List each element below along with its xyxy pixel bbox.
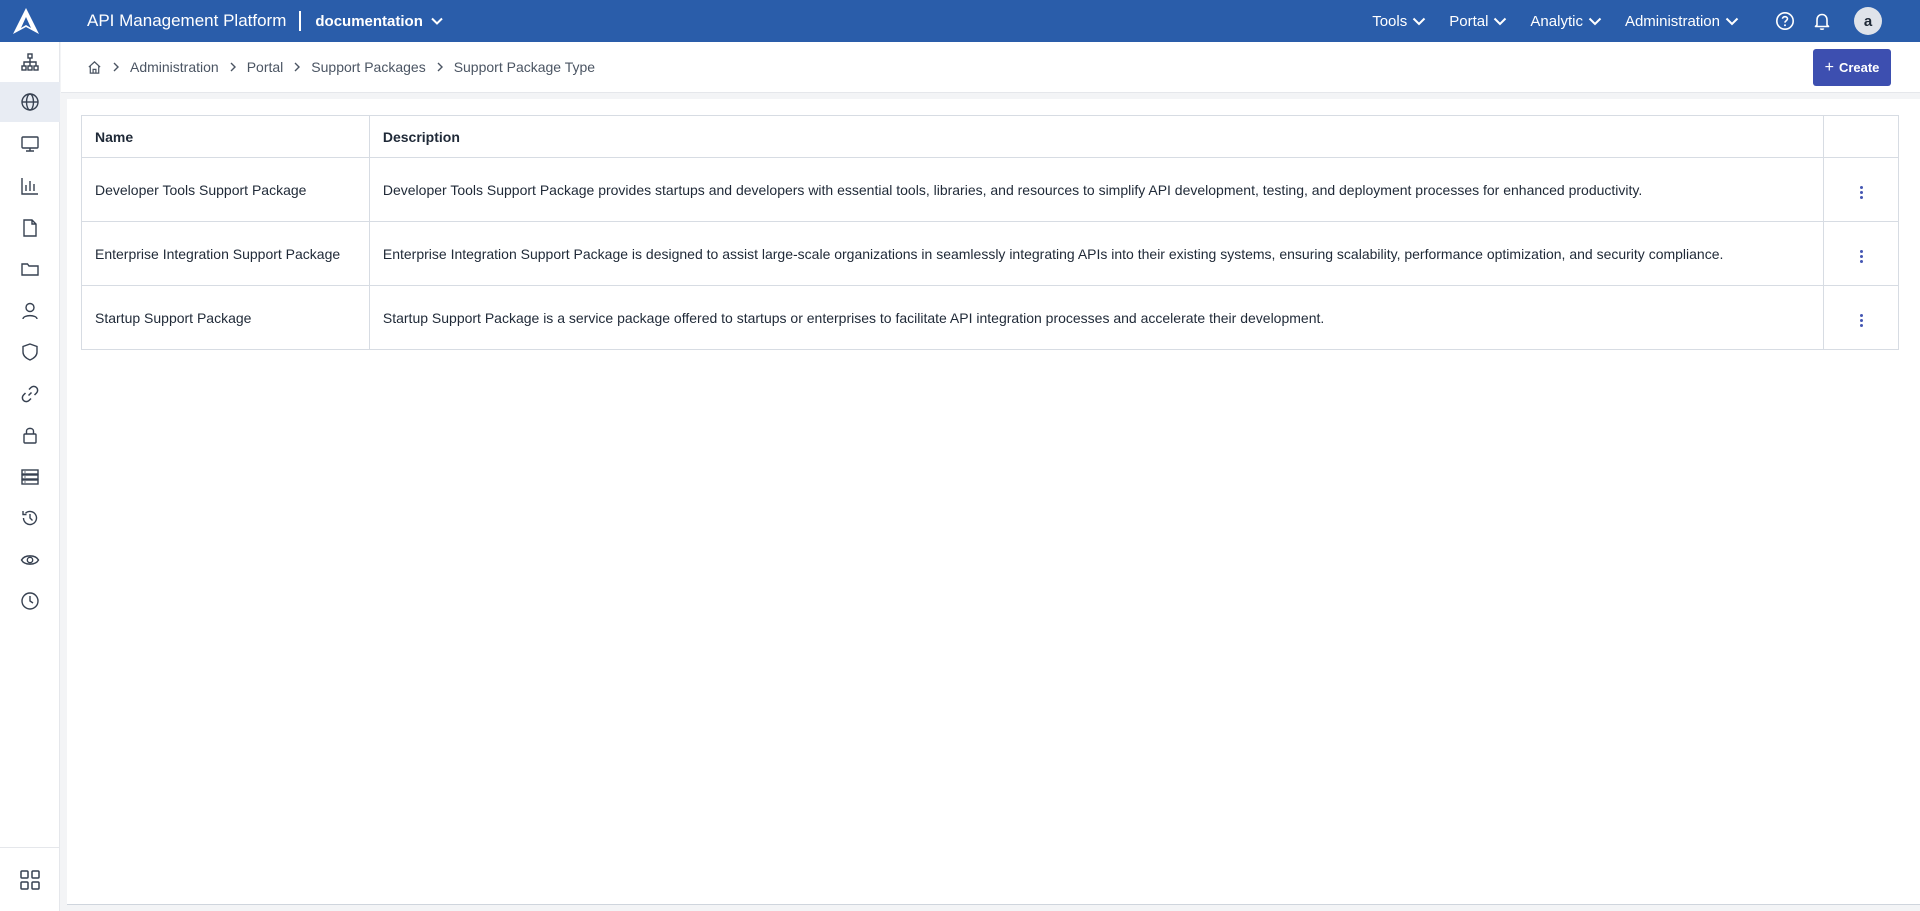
- org-name: documentation: [315, 12, 423, 30]
- sidebar-item-documents[interactable]: [0, 208, 60, 248]
- cell-name: Developer Tools Support Package: [81, 157, 370, 222]
- table-row[interactable]: Developer Tools Support Package Develope…: [81, 157, 1899, 222]
- eye-icon: [20, 555, 40, 565]
- sidebar-apps-button[interactable]: [0, 847, 60, 911]
- chevron-down-icon: [1494, 17, 1507, 25]
- lock-icon: [23, 427, 37, 444]
- nav-label: Tools: [1372, 12, 1408, 30]
- table-row[interactable]: Startup Support Package Startup Support …: [81, 285, 1899, 350]
- cell-actions: [1823, 157, 1899, 222]
- title-divider: [299, 11, 302, 31]
- sidebar-item-sitemap[interactable]: [0, 42, 60, 82]
- bar-chart-icon: [21, 178, 38, 195]
- sidebar-item-visibility[interactable]: [0, 540, 60, 580]
- chevron-right-icon: [293, 62, 301, 72]
- chevron-down-icon: [1725, 17, 1739, 25]
- sidebar-item-servers[interactable]: [0, 457, 60, 497]
- more-options-icon[interactable]: [1853, 247, 1869, 267]
- monitor-icon: [21, 136, 39, 152]
- column-header-description[interactable]: Description: [368, 115, 1825, 158]
- cell-description: Startup Support Package is a service pac…: [368, 285, 1825, 350]
- sidebar-item-security[interactable]: [0, 332, 60, 372]
- help-icon[interactable]: [1773, 9, 1797, 33]
- sidebar-item-users[interactable]: [0, 291, 60, 331]
- logo-icon[interactable]: [0, 0, 52, 42]
- org-switcher[interactable]: documentation: [315, 13, 443, 30]
- user-avatar[interactable]: a: [1854, 7, 1882, 35]
- link-icon: [21, 385, 39, 403]
- app-title[interactable]: API Management Platform: [87, 11, 286, 31]
- nav-analytic[interactable]: Analytic: [1530, 13, 1602, 30]
- sidebar-item-monitor[interactable]: [0, 124, 60, 164]
- sitemap-icon: [21, 53, 39, 71]
- user-icon: [22, 302, 38, 320]
- chevron-down-icon: [1588, 17, 1602, 25]
- create-button-label: Create: [1838, 60, 1880, 75]
- top-bar: API Management Platform documentation To…: [0, 0, 1920, 42]
- chevron-down-icon: [1413, 17, 1426, 25]
- top-navigation: Tools Portal Analytic Administration a: [1349, 7, 1920, 35]
- clock-icon: [21, 592, 39, 610]
- create-button[interactable]: + Create: [1813, 49, 1891, 86]
- nav-label: Administration: [1624, 12, 1720, 30]
- sidebar-item-history[interactable]: [0, 498, 60, 538]
- column-header-name[interactable]: Name: [81, 115, 370, 158]
- cell-actions: [1823, 285, 1899, 350]
- nav-label: Portal: [1449, 12, 1489, 30]
- more-options-icon[interactable]: [1853, 183, 1869, 203]
- sidebar-item-globe[interactable]: [0, 82, 60, 122]
- breadcrumb-current: Support Package Type: [453, 59, 596, 75]
- chevron-right-icon: [436, 62, 444, 72]
- server-icon: [21, 469, 39, 485]
- globe-icon: [21, 93, 39, 111]
- history-icon: [22, 510, 38, 526]
- home-icon[interactable]: [87, 60, 102, 75]
- cell-actions: [1823, 221, 1899, 286]
- support-package-type-table: Name Description Developer Tools Support…: [81, 115, 1899, 350]
- breadcrumb: Administration Portal Support Packages S…: [87, 59, 595, 75]
- cell-name: Enterprise Integration Support Package: [81, 221, 370, 286]
- nav-label: Analytic: [1530, 12, 1583, 30]
- sidebar-item-links[interactable]: [0, 374, 60, 414]
- cell-description: Enterprise Integration Support Package i…: [368, 221, 1825, 286]
- file-icon: [23, 219, 37, 237]
- sidebar-item-clock[interactable]: [0, 581, 60, 621]
- table-row[interactable]: Enterprise Integration Support Package E…: [81, 221, 1899, 286]
- sidebar: [0, 42, 60, 911]
- sidebar-item-folders[interactable]: [0, 249, 60, 289]
- sidebar-item-lock[interactable]: [0, 415, 60, 455]
- column-header-actions: [1823, 115, 1899, 158]
- breadcrumb-administration[interactable]: Administration: [130, 59, 219, 75]
- notification-bell-icon[interactable]: [1810, 9, 1834, 33]
- sidebar-item-analytics[interactable]: [0, 166, 60, 206]
- table-header-row: Name Description: [81, 115, 1899, 158]
- nav-tools[interactable]: Tools: [1372, 13, 1426, 30]
- more-options-icon[interactable]: [1853, 311, 1869, 331]
- nav-administration[interactable]: Administration: [1625, 13, 1739, 30]
- folder-icon: [21, 263, 39, 276]
- breadcrumb-bar: Administration Portal Support Packages S…: [61, 42, 1920, 93]
- plus-icon: +: [1824, 58, 1834, 76]
- nav-portal[interactable]: Portal: [1449, 13, 1507, 30]
- breadcrumb-support-packages[interactable]: Support Packages: [311, 59, 425, 75]
- chevron-right-icon: [229, 62, 237, 72]
- apps-grid-icon: [20, 869, 40, 890]
- cell-description: Developer Tools Support Package provides…: [368, 157, 1825, 222]
- shield-icon: [22, 343, 38, 361]
- breadcrumb-portal[interactable]: Portal: [247, 59, 284, 75]
- main-content: Name Description Developer Tools Support…: [67, 99, 1920, 905]
- chevron-right-icon: [112, 62, 120, 72]
- cell-name: Startup Support Package: [81, 285, 370, 350]
- chevron-down-icon: [431, 17, 443, 25]
